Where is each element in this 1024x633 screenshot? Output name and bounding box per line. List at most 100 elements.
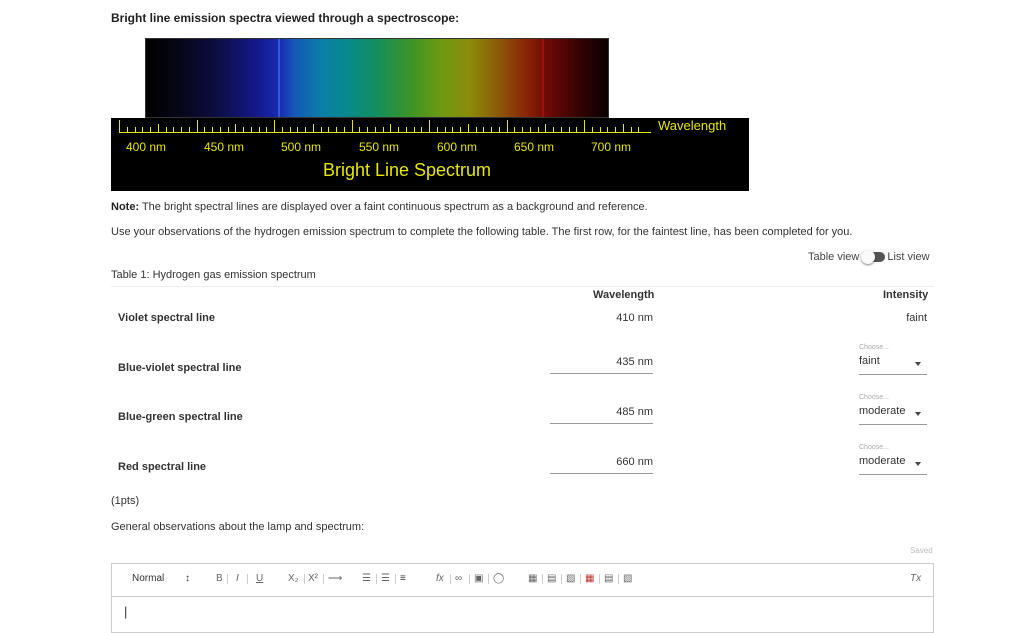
scale-tick xyxy=(436,127,438,132)
blue-green-intensity-select[interactable]: moderate xyxy=(859,405,927,425)
select-value: faint xyxy=(859,355,880,367)
scale-tick xyxy=(560,127,562,132)
table-divider xyxy=(111,286,934,287)
scale-tick xyxy=(498,127,500,132)
scale-tick xyxy=(413,127,415,132)
scale-tick xyxy=(599,127,601,132)
note-text: The bright spectral lines are displayed … xyxy=(139,201,648,213)
bullet-list-icon[interactable]: ☰ xyxy=(381,573,390,584)
blue-green-wavelength-input[interactable] xyxy=(550,404,653,424)
violet-intensity-value: faint xyxy=(906,312,927,324)
scale-tick xyxy=(181,127,182,132)
scale-tick xyxy=(281,127,283,132)
scale-tick xyxy=(157,124,159,132)
scale-tick xyxy=(568,127,570,132)
rich-text-editor: Normal ↕ B I U X₂ X² ⟶ ☰ ☰ ≡ fx ∞ ▣ ◯ ▦ … xyxy=(111,563,934,633)
tick-label-500: 500 nm xyxy=(280,140,322,154)
scale-tick xyxy=(467,124,469,132)
row-label-blue-green: Blue-green spectral line xyxy=(118,411,243,423)
blue-violet-intensity-select[interactable]: faint xyxy=(859,355,927,375)
col-header-wavelength: Wavelength xyxy=(593,289,655,301)
choose-label: Choose... xyxy=(859,394,889,401)
tick-label-600: 600 nm xyxy=(436,140,478,154)
delete-row-icon[interactable]: ▦ xyxy=(585,573,594,584)
underline-button[interactable]: U xyxy=(256,573,263,584)
scale-tick xyxy=(336,127,337,132)
insert-row-icon[interactable]: ▤ xyxy=(547,573,556,584)
format-select-value: Normal xyxy=(132,573,165,584)
red-wavelength-input[interactable] xyxy=(550,454,653,474)
scale-tick xyxy=(374,127,376,132)
scale-tick xyxy=(343,127,345,132)
scale-tick xyxy=(491,127,492,132)
scale-tick xyxy=(289,127,291,132)
toolbar-separator xyxy=(599,574,600,584)
align-icon[interactable]: ≡ xyxy=(400,573,406,584)
link-icon[interactable]: ∞ xyxy=(455,573,462,584)
scale-tick xyxy=(615,127,616,132)
view-toggle: Table view List view xyxy=(808,250,930,264)
figure-caption: Bright Line Spectrum xyxy=(322,160,492,180)
delete-table-icon[interactable]: ▧ xyxy=(623,573,632,584)
scale-tick xyxy=(460,127,461,132)
scale-tick xyxy=(359,127,361,132)
scale-tick xyxy=(452,127,454,132)
italic-button[interactable]: I xyxy=(236,573,239,584)
scale-tick xyxy=(638,127,640,132)
toolbar-separator xyxy=(376,574,377,584)
scale-tick xyxy=(584,120,585,132)
editor-text-area[interactable]: | xyxy=(124,604,127,619)
subscript-button[interactable]: X₂ xyxy=(288,573,299,584)
delete-column-icon[interactable]: ▤ xyxy=(604,573,613,584)
scale-tick xyxy=(196,120,198,132)
table-icon[interactable]: ▦ xyxy=(528,573,537,584)
format-select[interactable]: Normal ↕ xyxy=(132,573,190,584)
scale-tick xyxy=(320,127,322,132)
scale-tick xyxy=(405,127,407,132)
scale-tick xyxy=(305,127,306,132)
scale-tick xyxy=(529,127,531,132)
toolbar-separator xyxy=(323,574,324,584)
scale-tick xyxy=(266,127,268,132)
scale-tick xyxy=(398,127,399,132)
numbered-list-icon[interactable]: ☰ xyxy=(362,573,371,584)
scale-tick xyxy=(235,124,237,132)
image-icon[interactable]: ▣ xyxy=(474,573,483,584)
blue-violet-wavelength-input[interactable] xyxy=(550,354,653,374)
insert-column-icon[interactable]: ▧ xyxy=(566,573,575,584)
scale-tick xyxy=(212,127,213,132)
spectrum-image xyxy=(145,38,609,118)
toolbar-separator xyxy=(450,574,451,584)
scale-tick xyxy=(351,120,353,132)
formula-button[interactable]: fx xyxy=(436,573,444,584)
scale-tick xyxy=(227,127,229,132)
superscript-button[interactable]: X² xyxy=(308,573,318,584)
spectroscope-scale: Wavelength 400 nm 450 nm 500 nm 550 nm 6… xyxy=(111,118,749,191)
toolbar-separator xyxy=(247,574,248,584)
instructions: Use your observations of the hydrogen em… xyxy=(111,226,853,238)
scale-tick xyxy=(622,124,624,132)
bold-button[interactable]: B xyxy=(216,573,223,584)
scale-tick xyxy=(382,127,384,132)
scale-tick xyxy=(475,127,477,132)
page-heading: Bright line emission spectra viewed thro… xyxy=(111,11,460,25)
attach-icon[interactable]: ◯ xyxy=(493,573,504,584)
scale-tick xyxy=(483,127,485,132)
red-intensity-select[interactable]: moderate xyxy=(859,455,927,475)
scale-tick xyxy=(429,120,430,132)
spectral-line-blue xyxy=(278,39,280,117)
updown-icon: ↕ xyxy=(185,573,191,584)
table-view-label: Table view xyxy=(808,251,860,263)
spectral-line-red xyxy=(542,39,544,117)
view-toggle-switch[interactable] xyxy=(861,250,886,264)
col-header-intensity: Intensity xyxy=(883,289,929,301)
scale-tick xyxy=(258,127,260,132)
clear-format-button[interactable]: Tx xyxy=(910,573,921,584)
scale-tick xyxy=(250,127,252,132)
toolbar-separator xyxy=(488,574,489,584)
points-label: (1pts) xyxy=(111,495,140,507)
toolbar-separator xyxy=(542,574,543,584)
choose-label: Choose... xyxy=(859,344,889,351)
arrow-right-icon[interactable]: ⟶ xyxy=(328,573,342,584)
toolbar-separator xyxy=(395,574,396,584)
